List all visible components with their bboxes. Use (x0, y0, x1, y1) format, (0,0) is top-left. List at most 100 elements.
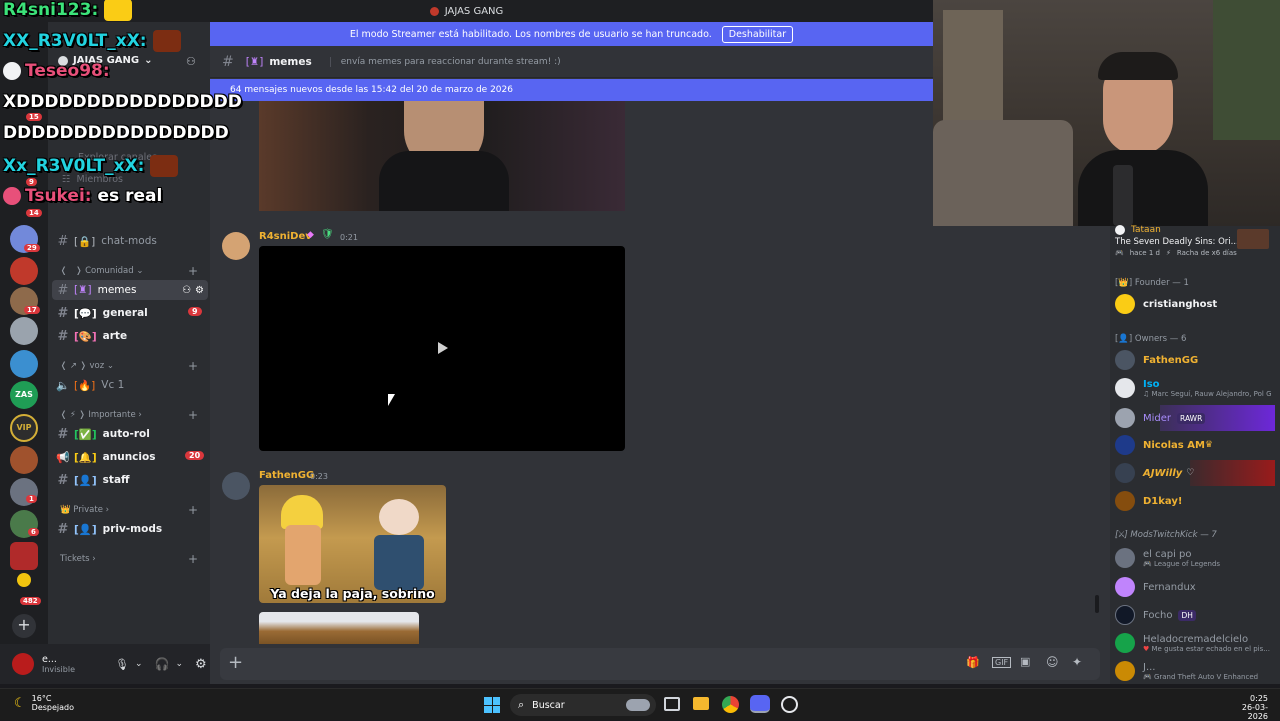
member-item[interactable]: el capi po 🎮 League of Legends (1115, 545, 1220, 571)
hardhat-shape (281, 495, 323, 529)
chat-overlay-line: DDDDDDDDDDDDDDDD (3, 123, 229, 143)
plus-icon[interactable]: + (228, 652, 243, 673)
channel-title: memes (269, 55, 312, 68)
gift-icon[interactable]: 🎁 (966, 656, 980, 669)
avatar (3, 62, 21, 80)
meme-image[interactable]: Ya deja la paja, sobrino (259, 485, 446, 603)
member-item[interactable]: Iso ♫ Marc Seguí, Rauw Alejandro, Pol G (1115, 375, 1272, 401)
channel-memes[interactable]: # [♜] memes ⚇ ⚙ (52, 280, 208, 300)
fire-icon: [🔥] (74, 379, 96, 392)
server-icon[interactable] (10, 446, 38, 474)
server-icon[interactable]: ZAS (10, 381, 38, 409)
play-icon[interactable] (438, 342, 448, 354)
role-badge-icon: ◆ (307, 230, 314, 240)
clock-date: 26-03-2026 (1241, 703, 1268, 721)
server-icon[interactable] (17, 573, 31, 587)
message-author[interactable]: R4sniDev (259, 231, 312, 242)
add-channel-icon[interactable]: + (188, 552, 198, 566)
message-composer[interactable]: + 🎁 GIF ▣ ☺ ✦ (220, 648, 1100, 680)
server-icon[interactable] (10, 317, 38, 345)
channel-general[interactable]: # [💬] general (52, 303, 208, 323)
system-clock[interactable]: 0:25 26-03-2026 (1222, 694, 1268, 721)
chevron-down-icon[interactable]: ⌄ (175, 659, 183, 669)
channel-priv-mods[interactable]: # [👤] priv-mods (52, 519, 208, 539)
headphones-icon[interactable]: 🎧 (155, 657, 170, 671)
apps-icon[interactable]: ✦ (1072, 655, 1082, 669)
avatar[interactable] (222, 472, 250, 500)
disable-streamer-button[interactable]: Deshabilitar (721, 25, 794, 43)
search-icon: ⌕ (518, 698, 525, 711)
channel-staff[interactable]: # [👤] staff (52, 470, 208, 490)
add-channel-icon[interactable]: + (188, 408, 198, 422)
add-member-icon[interactable]: ⚇ (182, 285, 191, 296)
streamer-mode-banner: El modo Streamer está habilitado. Los no… (210, 22, 933, 46)
server-icon[interactable] (10, 350, 38, 378)
invite-icon[interactable]: ⚇ (186, 55, 196, 68)
task-view-icon[interactable] (664, 697, 680, 711)
message-author[interactable]: FathenGG (259, 470, 314, 481)
member-item[interactable]: FathenGG (1115, 347, 1198, 373)
gif-icon[interactable]: GIF (992, 657, 1012, 668)
category-private[interactable]: 👑 Private › (60, 505, 109, 515)
chat-overlay-line: XDDDDDDDDDDDDDDDD (3, 92, 242, 112)
new-messages-bar[interactable]: 64 mensajes nuevos desde las 15:42 del 2… (210, 79, 933, 101)
channel-label: general (102, 307, 148, 319)
gamepad-icon: 🎮 (1143, 672, 1152, 681)
category-tickets[interactable]: Tickets › (60, 554, 96, 564)
category-voz[interactable]: ❬ ↗ ❭ voz ⌄ (60, 361, 114, 371)
microphone-icon[interactable]: 🎙 (115, 658, 129, 671)
file-explorer-icon[interactable] (693, 697, 709, 710)
taskbar-search[interactable]: ⌕ Buscar (510, 694, 656, 716)
app-icon[interactable] (781, 696, 798, 713)
chrome-icon[interactable] (722, 696, 739, 713)
emoji-icon[interactable]: ☺ (1046, 655, 1059, 669)
add-channel-icon[interactable]: + (188, 503, 198, 517)
server-icon[interactable] (10, 542, 38, 570)
member-activity: Me gusta estar echado en el pis... (1151, 644, 1270, 653)
hash-icon: # (57, 426, 69, 442)
hash-icon: # (57, 328, 69, 344)
chevron-down-icon[interactable]: ⌄ (135, 659, 143, 669)
avatar[interactable] (12, 653, 34, 675)
gear-icon[interactable]: ⚙ (195, 657, 207, 672)
discord-icon[interactable] (750, 695, 770, 713)
avatar[interactable] (222, 232, 250, 260)
sticker-icon[interactable]: ▣ (1020, 655, 1030, 668)
hoodie-shape (1078, 150, 1208, 226)
windows-start-icon[interactable] (484, 697, 500, 713)
member-item[interactable]: Mider RAWR (1115, 405, 1206, 431)
channel-vc-1[interactable]: 🔈 [🔥] Vc 1 (52, 375, 208, 395)
group-label-text: Founder — 1 (1134, 278, 1189, 288)
category-comunidad[interactable]: ❬ ❭ Comunidad ⌄ (60, 266, 143, 276)
channel-arte[interactable]: # [🎨] arte (52, 326, 208, 346)
add-channel-icon[interactable]: + (188, 264, 198, 278)
user-panel: e... Invisible 🎙 ⌄ 🎧 ⌄ ⚙ (0, 644, 210, 684)
member-item[interactable]: D1kay! (1115, 488, 1182, 514)
member-item[interactable]: Nicolas AM ♛ (1115, 432, 1213, 458)
channel-label: staff (102, 474, 130, 486)
scrollbar-thumb[interactable] (1095, 595, 1099, 613)
video-thumbnail[interactable] (259, 101, 625, 211)
server-icon[interactable] (10, 257, 38, 285)
server-icon[interactable]: VIP (10, 414, 38, 442)
member-item[interactable]: Fernandux (1115, 574, 1196, 600)
weather-widget[interactable]: ☾ 16°C Despejado (14, 694, 74, 712)
member-item[interactable]: J... 🎮 Grand Theft Auto V Enhanced (1115, 658, 1258, 684)
channel-auto-rol[interactable]: # [✅] auto-rol (52, 424, 208, 444)
image-attachment[interactable] (259, 612, 419, 644)
hash-icon: # (57, 472, 69, 488)
add-server-icon[interactable]: + (12, 614, 36, 638)
channel-label: priv-mods (102, 523, 163, 535)
member-item[interactable]: AJWilly ♡ (1115, 460, 1194, 486)
member-item[interactable]: Heladocremadelcielo ♥ Me gusta estar ech… (1115, 630, 1270, 656)
add-channel-icon[interactable]: + (188, 359, 198, 373)
gear-icon[interactable]: ⚙ (195, 285, 204, 296)
video-player[interactable] (259, 246, 625, 451)
member-item[interactable]: cristianghost (1115, 291, 1217, 317)
avatar (1115, 225, 1125, 235)
clock-time: 0:25 (1250, 694, 1268, 703)
member-name: Fernandux (1143, 581, 1196, 593)
channel-chat-mods[interactable]: # [🔒] chat-mods (52, 231, 208, 251)
category-importante[interactable]: ❬ ⚡ ❭ Importante › (60, 410, 142, 420)
member-item[interactable]: Focho DH (1115, 602, 1196, 628)
